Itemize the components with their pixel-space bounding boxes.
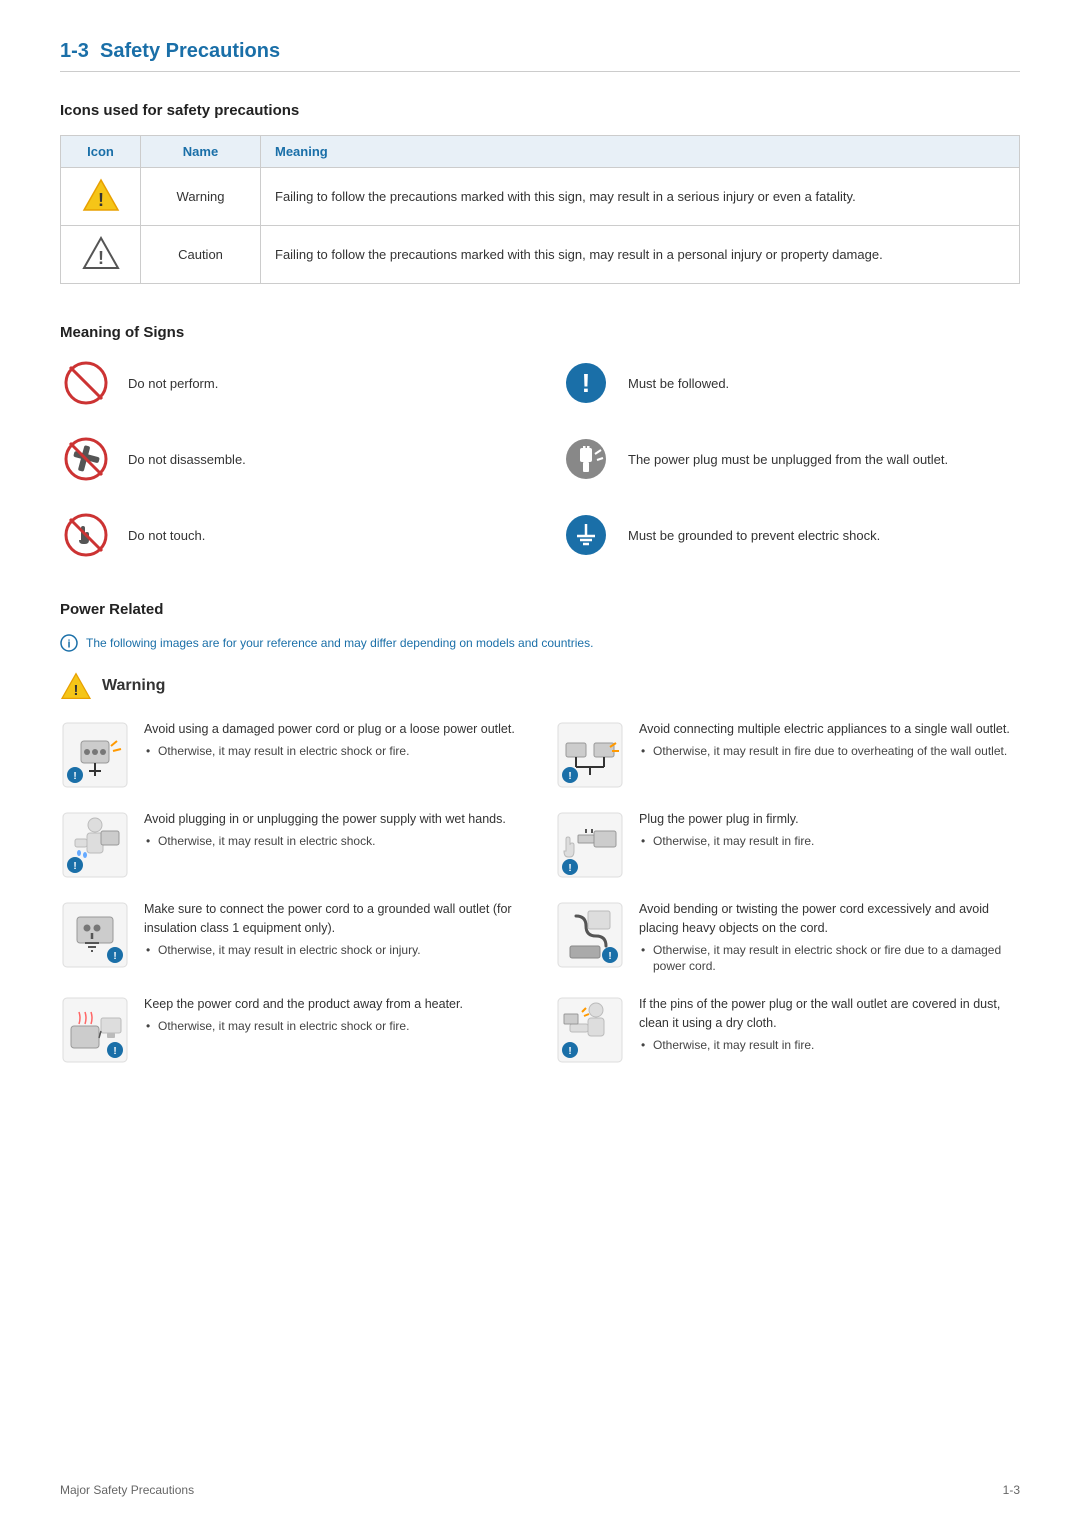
svg-text:!: ! (113, 1046, 116, 1057)
grounded-outlet-icon: ! (60, 900, 130, 970)
sign-must-be-grounded: Must be grounded to prevent electric sho… (560, 509, 1020, 561)
svg-text:!: ! (98, 190, 104, 210)
must-be-followed-label: Must be followed. (628, 376, 729, 391)
section-title: 1-3 Safety Precautions (60, 40, 1020, 72)
warning-item-dust-on-pins: ! If the pins of the power plug or the w… (555, 995, 1020, 1065)
icons-subsection-title: Icons used for safety precautions (60, 102, 1020, 119)
svg-text:!: ! (73, 771, 76, 782)
table-header-meaning: Meaning (261, 136, 1020, 168)
away-from-heater-text: Keep the power cord and the product away… (144, 995, 463, 1035)
meaning-of-signs-section: Meaning of Signs Do not perform. ! Must … (60, 324, 1020, 561)
warning-item-damaged-cord: ! Avoid using a damaged power cord or pl… (60, 720, 525, 790)
svg-text:!: ! (113, 951, 116, 962)
table-header-icon: Icon (61, 136, 141, 168)
power-unplug-label: The power plug must be unplugged from th… (628, 452, 948, 467)
warning-header: ! Warning (60, 672, 1020, 700)
warning-item-wet-hands: ! Avoid plugging in or unplugging the po… (60, 810, 525, 880)
wet-hands-icon: ! (60, 810, 130, 880)
damaged-cord-text: Avoid using a damaged power cord or plug… (144, 720, 515, 760)
must-be-grounded-label: Must be grounded to prevent electric sho… (628, 528, 880, 543)
caution-meaning-cell: Failing to follow the precautions marked… (261, 226, 1020, 284)
table-header-name: Name (141, 136, 261, 168)
svg-text:!: ! (582, 368, 591, 398)
safety-icons-table: Icon Name Meaning ! Warning Failing to f… (60, 135, 1020, 284)
do-not-perform-icon (60, 357, 112, 409)
footer-left: Major Safety Precautions (60, 1483, 194, 1497)
do-not-disassemble-label: Do not disassemble. (128, 452, 246, 467)
plug-firmly-text: Plug the power plug in firmly. Otherwise… (639, 810, 814, 850)
warning-triangle-icon: ! (82, 178, 120, 212)
warning-item-away-from-heater: ! Keep the power cord and the product aw… (60, 995, 525, 1065)
sign-power-unplug: The power plug must be unplugged from th… (560, 433, 1020, 485)
sign-do-not-disassemble: Do not disassemble. (60, 433, 520, 485)
svg-text:!: ! (73, 861, 76, 872)
info-note-icon: i (60, 634, 78, 652)
damaged-cord-icon: ! (60, 720, 130, 790)
warning-name-cell: Warning (141, 168, 261, 226)
svg-text:!: ! (568, 863, 571, 874)
multiple-appliances-icon: ! (555, 720, 625, 790)
table-row: ! Warning Failing to follow the precauti… (61, 168, 1020, 226)
do-not-perform-label: Do not perform. (128, 376, 218, 391)
bending-twisting-text: Avoid bending or twisting the power cord… (639, 900, 1020, 975)
caution-name-cell: Caution (141, 226, 261, 284)
away-from-heater-icon: ! (60, 995, 130, 1065)
warning-icon-cell: ! (61, 168, 141, 226)
warning-section-icon: ! (60, 672, 92, 700)
power-related-section: Power Related i The following images are… (60, 601, 1020, 1065)
grounded-outlet-text: Make sure to connect the power cord to a… (144, 900, 525, 958)
info-note: i The following images are for your refe… (60, 634, 1020, 652)
do-not-disassemble-icon (60, 433, 112, 485)
sign-must-be-followed: ! Must be followed. (560, 357, 1020, 409)
warning-item-multiple-appliances: ! Avoid connecting multiple electric app… (555, 720, 1020, 790)
warning-item-plug-firmly: ! Plug the power plug in firmly. Otherwi… (555, 810, 1020, 880)
info-note-text: The following images are for your refere… (86, 636, 593, 650)
signs-grid: Do not perform. ! Must be followed. (60, 357, 1020, 561)
svg-text:!: ! (74, 683, 79, 699)
must-be-grounded-icon (560, 509, 612, 561)
signs-subsection-title: Meaning of Signs (60, 324, 1020, 341)
sign-do-not-perform: Do not perform. (60, 357, 520, 409)
bending-twisting-icon: ! (555, 900, 625, 970)
warning-label: Warning (102, 677, 165, 695)
svg-text:i: i (67, 639, 70, 651)
caution-triangle-icon: ! (82, 236, 120, 270)
warning-item-grounded-outlet: ! Make sure to connect the power cord to… (60, 900, 525, 975)
do-not-touch-label: Do not touch. (128, 528, 205, 543)
power-related-title: Power Related (60, 601, 1020, 618)
warning-item-bending-twisting: ! Avoid bending or twisting the power co… (555, 900, 1020, 975)
sign-do-not-touch: Do not touch. (60, 509, 520, 561)
multiple-appliances-text: Avoid connecting multiple electric appli… (639, 720, 1010, 760)
warning-items-grid: ! Avoid using a damaged power cord or pl… (60, 720, 1020, 1065)
power-unplug-icon (560, 433, 612, 485)
svg-text:!: ! (608, 951, 611, 962)
table-row: ! Caution Failing to follow the precauti… (61, 226, 1020, 284)
svg-text:!: ! (568, 771, 571, 782)
wet-hands-text: Avoid plugging in or unplugging the powe… (144, 810, 506, 850)
must-be-followed-icon: ! (560, 357, 612, 409)
svg-text:!: ! (98, 248, 104, 268)
do-not-touch-icon (60, 509, 112, 561)
footer: Major Safety Precautions 1-3 (60, 1483, 1020, 1497)
caution-icon-cell: ! (61, 226, 141, 284)
warning-meaning-cell: Failing to follow the precautions marked… (261, 168, 1020, 226)
plug-firmly-icon: ! (555, 810, 625, 880)
dust-on-pins-icon: ! (555, 995, 625, 1065)
dust-on-pins-text: If the pins of the power plug or the wal… (639, 995, 1020, 1053)
svg-text:!: ! (568, 1046, 571, 1057)
footer-right: 1-3 (1003, 1483, 1020, 1497)
